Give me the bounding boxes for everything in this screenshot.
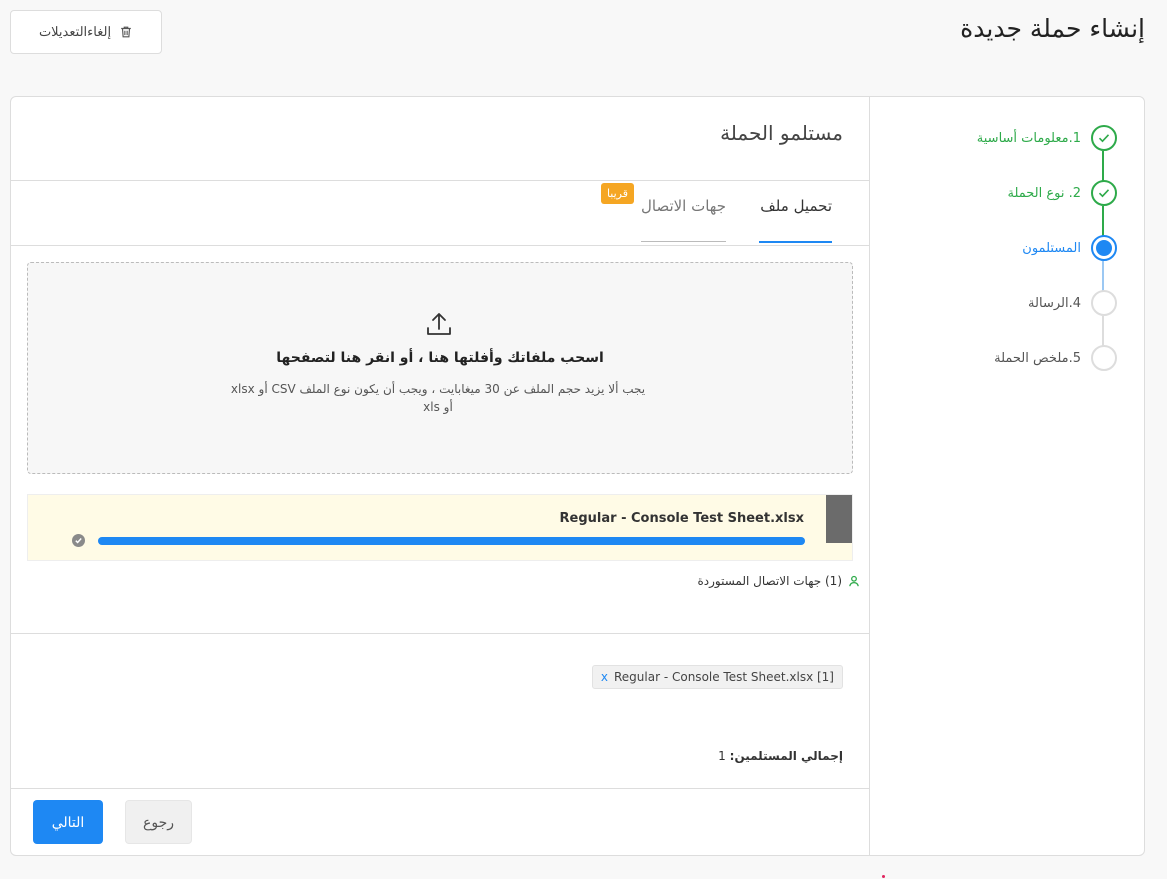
total-recipients-value: 1 [718,749,726,763]
recipient-tag: x Regular - Console Test Sheet.xlsx [1] [591,665,843,689]
divider [11,180,870,181]
soon-badge: قريبا [600,183,634,204]
upload-complete-icon [72,534,85,547]
upload-progress-bar [98,537,805,545]
step-summary[interactable]: 5.ملخص الحملة [877,345,1117,371]
indicator-dot [882,875,885,878]
recipients-box: x Regular - Console Test Sheet.xlsx [1] [37,660,843,726]
step-label: 5.ملخص الحملة [994,350,1081,366]
tab-upload-file[interactable]: تحميل ملف [760,197,832,215]
upload-icon [427,313,451,335]
campaign-stepper: 1.معلومات أساسية 2. نوع الحملة المستلمون… [869,97,1144,855]
next-button[interactable]: التالي [33,800,103,844]
recipient-tag-label: Regular - Console Test Sheet.xlsx [1] [614,670,834,684]
dropzone-hint: يجب ألا يزيد حجم الملف عن 30 ميغابايت ، … [230,382,646,414]
divider [11,245,870,246]
trash-icon [121,26,131,38]
pending-step-indicator [1091,345,1117,371]
step-label: 1.معلومات أساسية [976,130,1081,146]
divider [11,633,870,634]
upload-progress-fill [98,537,805,545]
check-icon [1091,125,1117,151]
step-campaign-type[interactable]: 2. نوع الحملة [877,180,1117,206]
remove-recipient-button[interactable]: x [601,670,608,684]
step-label: 2. نوع الحملة [1007,185,1081,201]
file-thumbnail [826,495,852,543]
uploaded-file-row: Regular - Console Test Sheet.xlsx [27,494,853,561]
step-message[interactable]: 4.الرسالة [877,290,1117,316]
step-basic-info[interactable]: 1.معلومات أساسية [877,125,1117,151]
user-icon [849,575,859,587]
discard-changes-label: إلغاءالتعديلات [38,24,112,39]
file-name: Regular - Console Test Sheet.xlsx [559,511,804,526]
campaign-card: 1.معلومات أساسية 2. نوع الحملة المستلمون… [10,96,1145,856]
check-icon [1091,180,1117,206]
tab-contacts[interactable]: جهات الاتصال [641,197,726,215]
discard-changes-button[interactable]: إلغاءالتعديلات [10,10,162,54]
imported-contacts: (1) جهات الاتصال المستوردة [697,574,860,588]
imported-contacts-text: (1) جهات الاتصال المستوردة [697,574,842,588]
back-button[interactable]: رجوع [125,800,192,844]
tab-indicator [641,241,726,242]
total-recipients-label: إجمالي المستلمين: [729,749,843,763]
dropzone-title: اسحب ملفاتك وأفلتها هنا ، أو انقر هنا لت… [276,350,604,366]
step-label: المستلمون [1022,240,1081,256]
pending-step-indicator [1091,290,1117,316]
file-dropzone[interactable]: اسحب ملفاتك وأفلتها هنا ، أو انقر هنا لت… [27,262,853,474]
page-title: إنشاء حملة جديدة [960,14,1145,43]
total-recipients: إجمالي المستلمين: 1 [718,749,843,763]
step-recipients[interactable]: المستلمون [877,235,1117,261]
divider [11,788,870,789]
active-step-indicator [1091,235,1117,261]
step-label: 4.الرسالة [1028,295,1081,311]
main-panel: مستلمو الحملة تحميل ملف جهات الاتصال قري… [11,97,870,855]
section-title: مستلمو الحملة [720,121,843,145]
active-tab-indicator [759,241,832,243]
